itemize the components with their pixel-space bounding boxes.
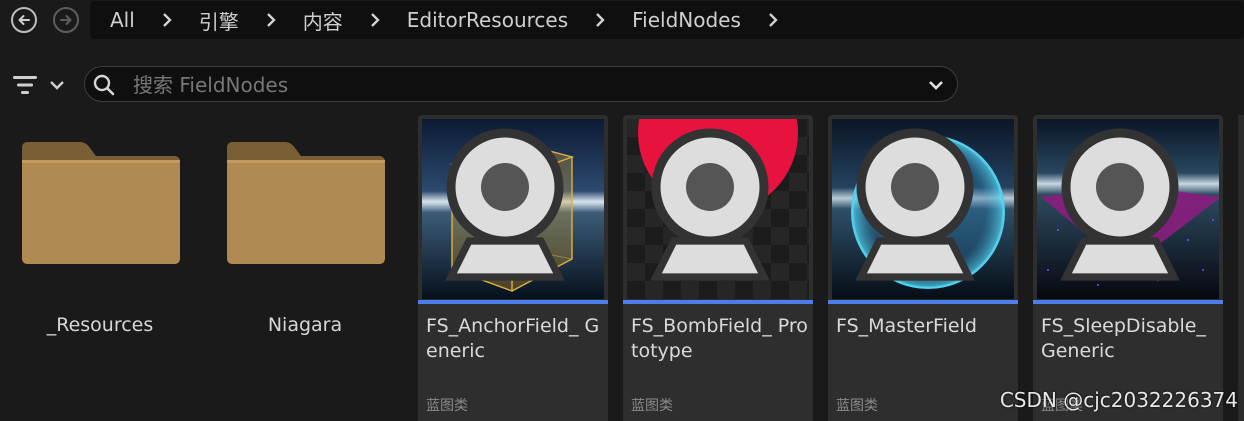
asset-tile-anchorfield[interactable]: FS_AnchorField_ Generic 蓝图类 [418, 115, 608, 421]
forward-icon [60, 15, 72, 25]
chevron-down-icon[interactable] [927, 76, 945, 94]
asset-type: 蓝图类 [631, 398, 673, 414]
blueprint-type-bar [418, 300, 608, 304]
folder-icon [227, 142, 385, 264]
chevron-right-icon[interactable] [592, 12, 608, 28]
forward-button[interactable] [53, 7, 79, 33]
folder-resources[interactable]: _Resources [15, 140, 185, 336]
camera-icon [1060, 128, 1180, 281]
folder-niagara[interactable]: Niagara [220, 140, 390, 336]
blueprint-type-bar [623, 300, 813, 304]
asset-type: 蓝图类 [426, 398, 468, 414]
folder-label: _Resources [46, 314, 154, 336]
breadcrumb-item-all[interactable]: All [110, 8, 135, 32]
breadcrumb-item-engine[interactable]: 引擎 [199, 6, 239, 35]
breadcrumb-item-fieldnodes[interactable]: FieldNodes [632, 8, 741, 32]
asset-type: 蓝图类 [836, 398, 878, 414]
chevron-right-icon[interactable] [765, 12, 781, 28]
asset-thumbnail [1037, 119, 1219, 299]
asset-tile-bombfield[interactable]: FS_BombField_ Prototype 蓝图类 [623, 115, 813, 421]
blueprint-type-bar [1033, 300, 1223, 304]
search-icon [93, 74, 115, 96]
chevron-right-icon[interactable] [367, 12, 383, 28]
filter-button[interactable] [12, 70, 70, 100]
back-button[interactable] [11, 7, 37, 33]
asset-thumbnail [627, 119, 809, 299]
blueprint-type-bar [828, 300, 1018, 304]
asset-name: FS_SleepDisable_ Generic [1041, 315, 1206, 362]
asset-name: FS_MasterField [836, 315, 977, 337]
asset-thumbnail [832, 119, 1014, 299]
asset-tile-masterfield[interactable]: FS_MasterField 蓝图类 [828, 115, 1018, 421]
chevron-right-icon[interactable] [263, 12, 279, 28]
asset-name: FS_AnchorField_ Generic [426, 315, 600, 362]
filter-icon [13, 76, 37, 94]
asset-tile-sleepdisable[interactable]: FS_SleepDisable_ Generic 蓝图类 [1033, 115, 1223, 421]
breadcrumb: All 引擎 内容 EditorResources FieldNodes [90, 1, 1244, 39]
asset-name: FS_BombField_ Prototype [631, 315, 808, 362]
search-input[interactable] [131, 67, 895, 103]
camera-icon [855, 128, 975, 281]
watermark: CSDN @cjc2032226374 [999, 388, 1238, 412]
asset-thumbnail [422, 119, 604, 299]
folder-label: Niagara [267, 314, 343, 336]
camera-icon [445, 128, 565, 281]
breadcrumb-item-content[interactable]: 内容 [303, 6, 343, 35]
chevron-down-icon [50, 81, 64, 90]
chevron-right-icon[interactable] [159, 12, 175, 28]
camera-icon [650, 128, 770, 281]
folder-icon [22, 142, 180, 264]
breadcrumb-item-editorresources[interactable]: EditorResources [407, 8, 568, 32]
search-box [84, 66, 958, 103]
scrollbar[interactable] [1238, 115, 1244, 421]
back-icon [18, 15, 30, 25]
